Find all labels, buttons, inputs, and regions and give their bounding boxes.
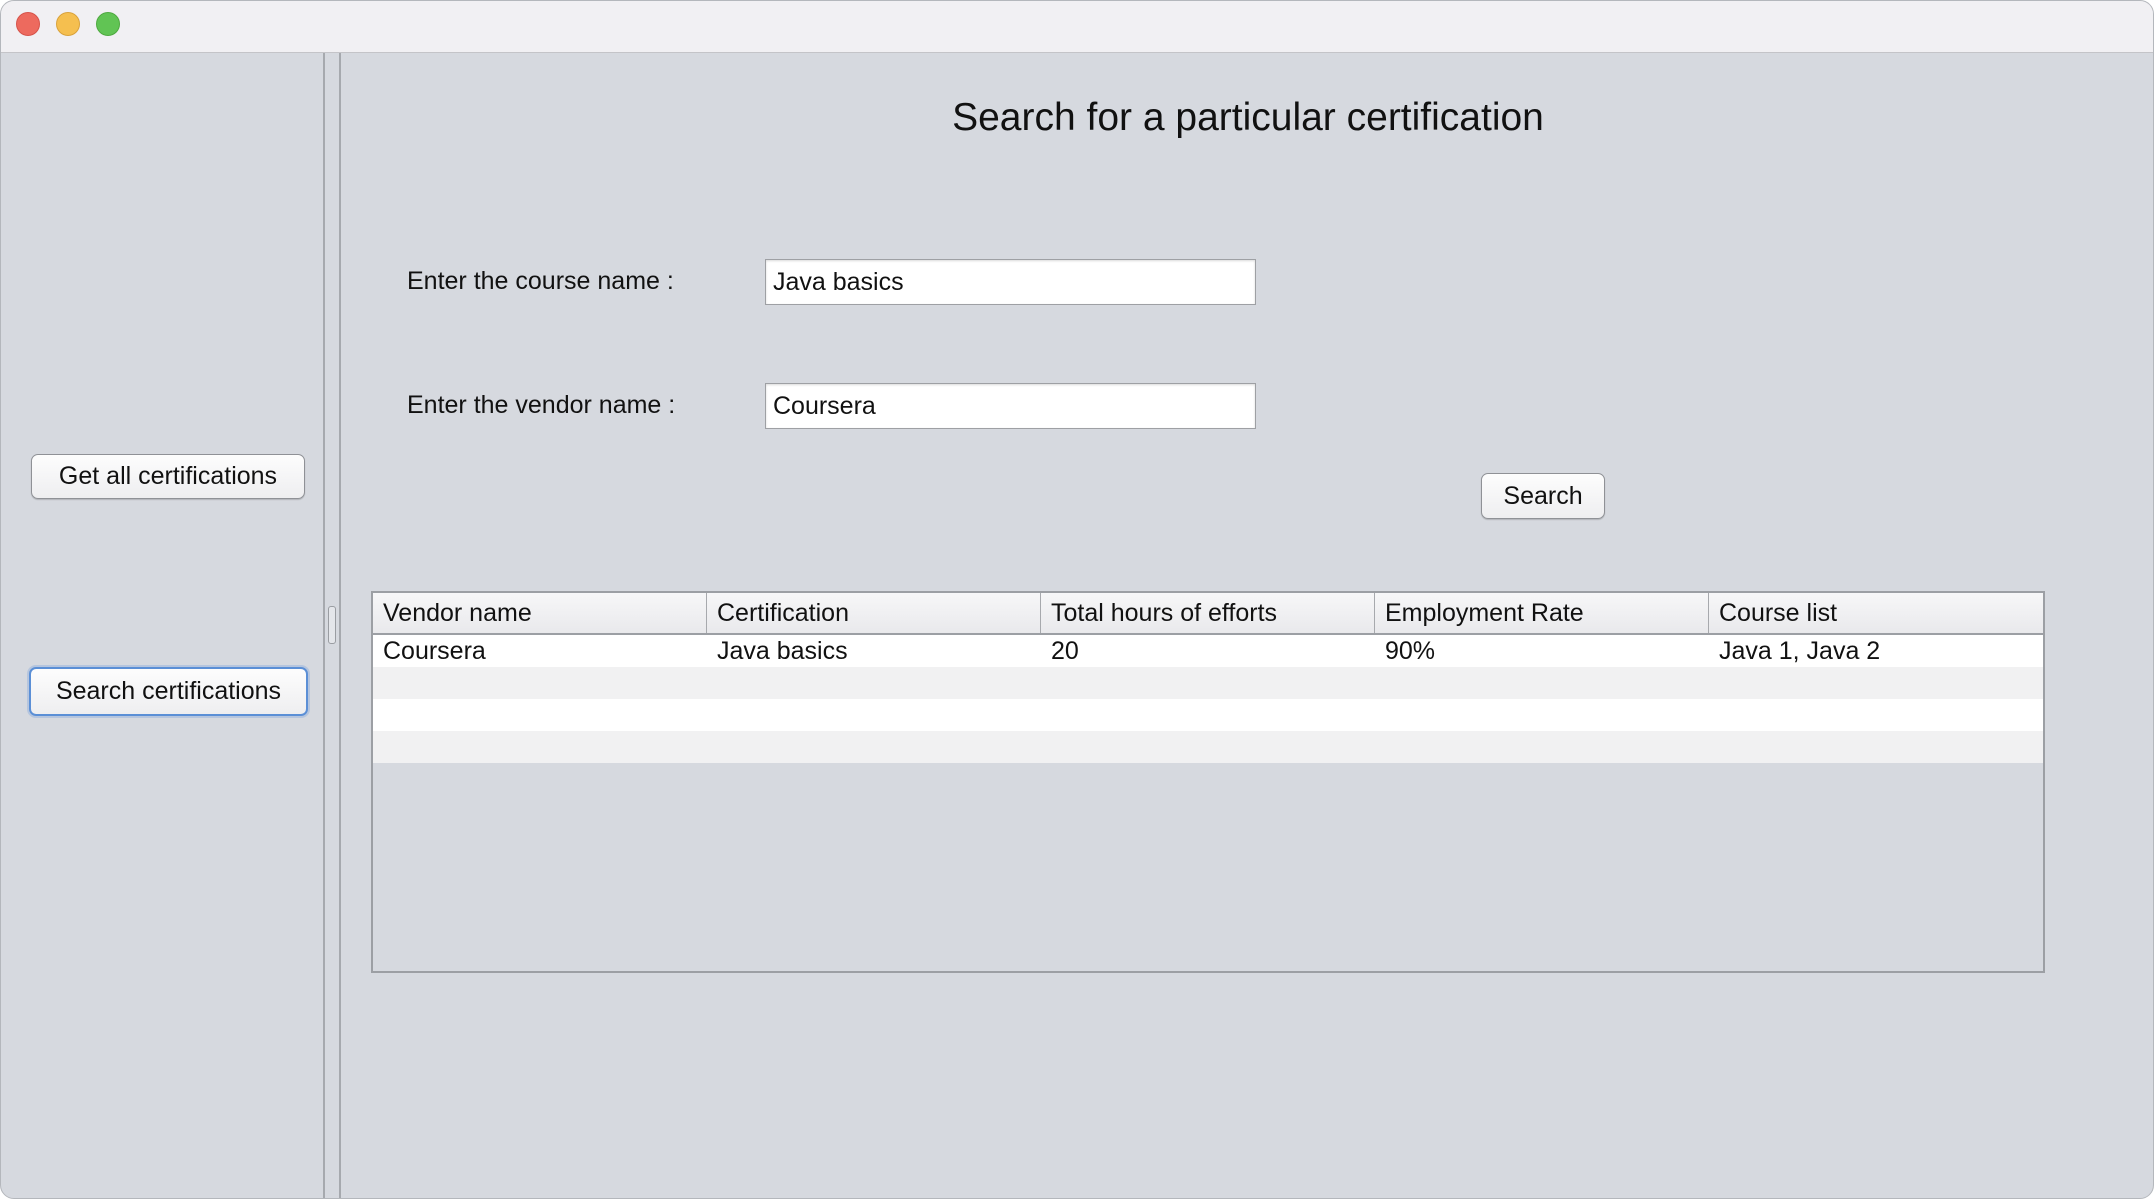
zoom-window-icon[interactable]: [96, 12, 120, 36]
cell-total-hours: [1041, 699, 1375, 731]
close-window-icon[interactable]: [16, 12, 40, 36]
course-name-input[interactable]: [765, 259, 1256, 305]
cell-vendor-name: Coursera: [383, 637, 486, 665]
cell-course-list: Java 1, Java 2: [1719, 637, 1881, 665]
cell-employment-rate: [1375, 731, 1709, 763]
cell-certification: [707, 731, 1041, 763]
column-header-certification[interactable]: Certification: [707, 593, 1041, 633]
column-header-course-list[interactable]: Course list: [1709, 593, 2043, 633]
cell-employment-rate: [1375, 667, 1709, 699]
cell-course-list: [1709, 699, 2043, 731]
divider-grip-handle[interactable]: [328, 606, 336, 644]
vendor-name-input[interactable]: [765, 383, 1256, 429]
get-all-certifications-button[interactable]: Get all certifications: [31, 454, 305, 499]
app-window: Get all certifications Search certificat…: [0, 0, 2154, 1199]
cell-total-hours: 20: [1051, 637, 1079, 665]
table-header: Vendor name Certification Total hours of…: [373, 593, 2043, 635]
split-pane-divider[interactable]: [323, 53, 341, 1198]
column-header-total-hours[interactable]: Total hours of efforts: [1041, 593, 1375, 633]
cell-certification: Java basics: [717, 637, 848, 665]
table-row[interactable]: [373, 699, 2043, 731]
cell-vendor-name: [373, 667, 707, 699]
page-title: Search for a particular certification: [952, 96, 1544, 139]
vendor-name-label: Enter the vendor name :: [407, 391, 676, 419]
column-header-employment-rate[interactable]: Employment Rate: [1375, 593, 1709, 633]
sidebar: Get all certifications Search certificat…: [1, 53, 323, 1198]
cell-total-hours: [1041, 731, 1375, 763]
table-row[interactable]: Coursera Java basics 20 90% Java 1, Java…: [373, 635, 2043, 667]
cell-employment-rate: [1375, 699, 1709, 731]
cell-vendor-name: [373, 699, 707, 731]
cell-course-list: [1709, 667, 2043, 699]
cell-vendor-name: [373, 731, 707, 763]
table-row[interactable]: [373, 667, 2043, 699]
results-table[interactable]: Vendor name Certification Total hours of…: [371, 591, 2045, 973]
column-header-vendor-name[interactable]: Vendor name: [373, 593, 707, 633]
cell-employment-rate: 90%: [1385, 637, 1436, 665]
cell-certification: [707, 699, 1041, 731]
title-bar: [1, 1, 2153, 53]
cell-certification: [707, 667, 1041, 699]
minimize-window-icon[interactable]: [56, 12, 80, 36]
cell-total-hours: [1041, 667, 1375, 699]
search-certifications-button[interactable]: Search certifications: [29, 667, 308, 716]
search-button[interactable]: Search: [1481, 473, 1605, 519]
course-name-label: Enter the course name :: [407, 267, 674, 295]
table-row[interactable]: [373, 731, 2043, 763]
cell-course-list: [1709, 731, 2043, 763]
